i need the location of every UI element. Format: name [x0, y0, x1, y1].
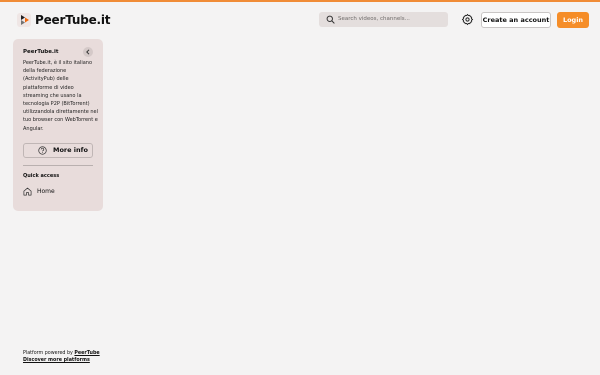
chevron-left-icon	[86, 49, 90, 55]
create-account-button[interactable]: Create an account	[481, 12, 551, 28]
collapse-sidebar-button[interactable]	[83, 47, 93, 57]
sidebar: PeerTube.it PeerTube.it, è il sito itali…	[13, 39, 103, 211]
login-button[interactable]: Login	[557, 12, 589, 28]
peertube-link[interactable]: PeerTube	[74, 351, 99, 356]
search-icon	[326, 15, 335, 24]
quick-access-heading: Quick access	[23, 173, 60, 179]
footer: Platform powered by PeerTube Discover mo…	[23, 350, 100, 364]
help-circle-icon	[38, 146, 47, 155]
brand-name[interactable]: PeerTube.it	[35, 12, 111, 28]
sidebar-title: PeerTube.it	[23, 49, 59, 55]
peertube-logo-icon[interactable]	[17, 13, 31, 27]
sidebar-item-label: Home	[37, 188, 55, 195]
sidebar-item-home[interactable]: Home	[23, 186, 93, 198]
powered-by-text: Platform powered by	[23, 351, 75, 356]
instance-description: PeerTube.it, è il sito italiano della fe…	[23, 60, 98, 132]
powered-by-line: Platform powered by PeerTube	[23, 350, 100, 357]
discover-platforms-link[interactable]: Discover more platforms	[23, 357, 100, 364]
gear-icon[interactable]	[461, 13, 474, 26]
more-info-button[interactable]: More info	[23, 143, 93, 158]
search-input[interactable]: Search videos, channels...	[319, 12, 448, 27]
header: PeerTube.it Search videos, channels... C…	[0, 2, 600, 36]
sidebar-divider	[23, 165, 93, 166]
search-placeholder: Search videos, channels...	[338, 16, 410, 22]
home-icon	[23, 187, 32, 196]
more-info-label: More info	[53, 146, 88, 154]
